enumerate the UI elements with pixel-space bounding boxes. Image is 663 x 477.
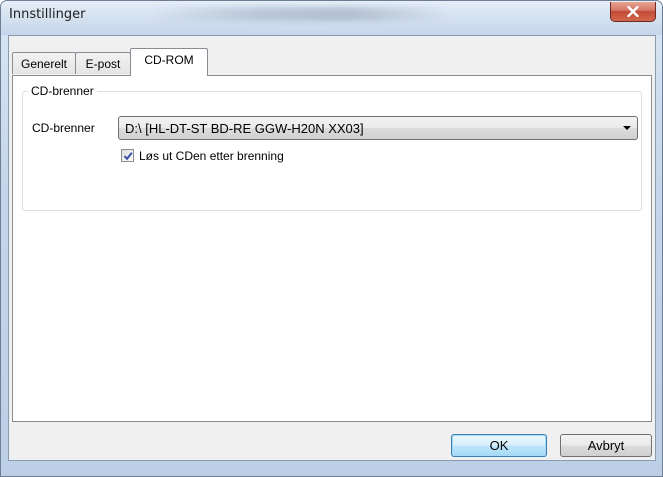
cancel-button[interactable]: Avbryt — [560, 434, 652, 457]
title-bar[interactable]: Innstillinger — [1, 1, 662, 35]
cd-burner-group: CD-brenner CD-brenner D:\ [HL-DT-ST BD-R… — [22, 84, 642, 211]
close-button[interactable] — [610, 2, 656, 22]
tab-label: CD-ROM — [144, 53, 194, 67]
ok-button[interactable]: OK — [451, 434, 547, 457]
tab-e-post[interactable]: E-post — [75, 52, 131, 74]
settings-window: Innstillinger Generelt E-post CD-ROM CD-… — [0, 0, 663, 477]
ok-button-label: OK — [489, 438, 509, 453]
eject-cd-checkbox[interactable] — [121, 149, 134, 162]
chevron-down-icon — [623, 126, 631, 130]
cd-burner-dropdown[interactable]: D:\ [HL-DT-ST BD-RE GGW-H20N XX03] — [118, 116, 638, 140]
title-bar-blur — [151, 7, 451, 21]
tab-label: Generelt — [20, 56, 68, 71]
cd-burner-selected-value: D:\ [HL-DT-ST BD-RE GGW-H20N XX03] — [125, 121, 364, 136]
window-title: Innstillinger — [9, 7, 86, 22]
tab-label: E-post — [85, 56, 121, 71]
close-icon — [627, 6, 639, 17]
dialog-client-area: Generelt E-post CD-ROM CD-brenner CD-bre… — [8, 35, 656, 461]
cancel-button-label: Avbryt — [587, 438, 625, 453]
tab-generelt[interactable]: Generelt — [12, 52, 76, 74]
eject-cd-label[interactable]: Løs ut CDen etter brenning — [139, 149, 284, 163]
check-icon — [123, 151, 133, 160]
tab-cd-rom[interactable]: CD-ROM — [130, 48, 208, 76]
tab-panel-cd-rom: CD-brenner CD-brenner D:\ [HL-DT-ST BD-R… — [12, 75, 652, 422]
group-title: CD-brenner — [28, 84, 97, 98]
cd-burner-label: CD-brenner — [32, 121, 95, 135]
